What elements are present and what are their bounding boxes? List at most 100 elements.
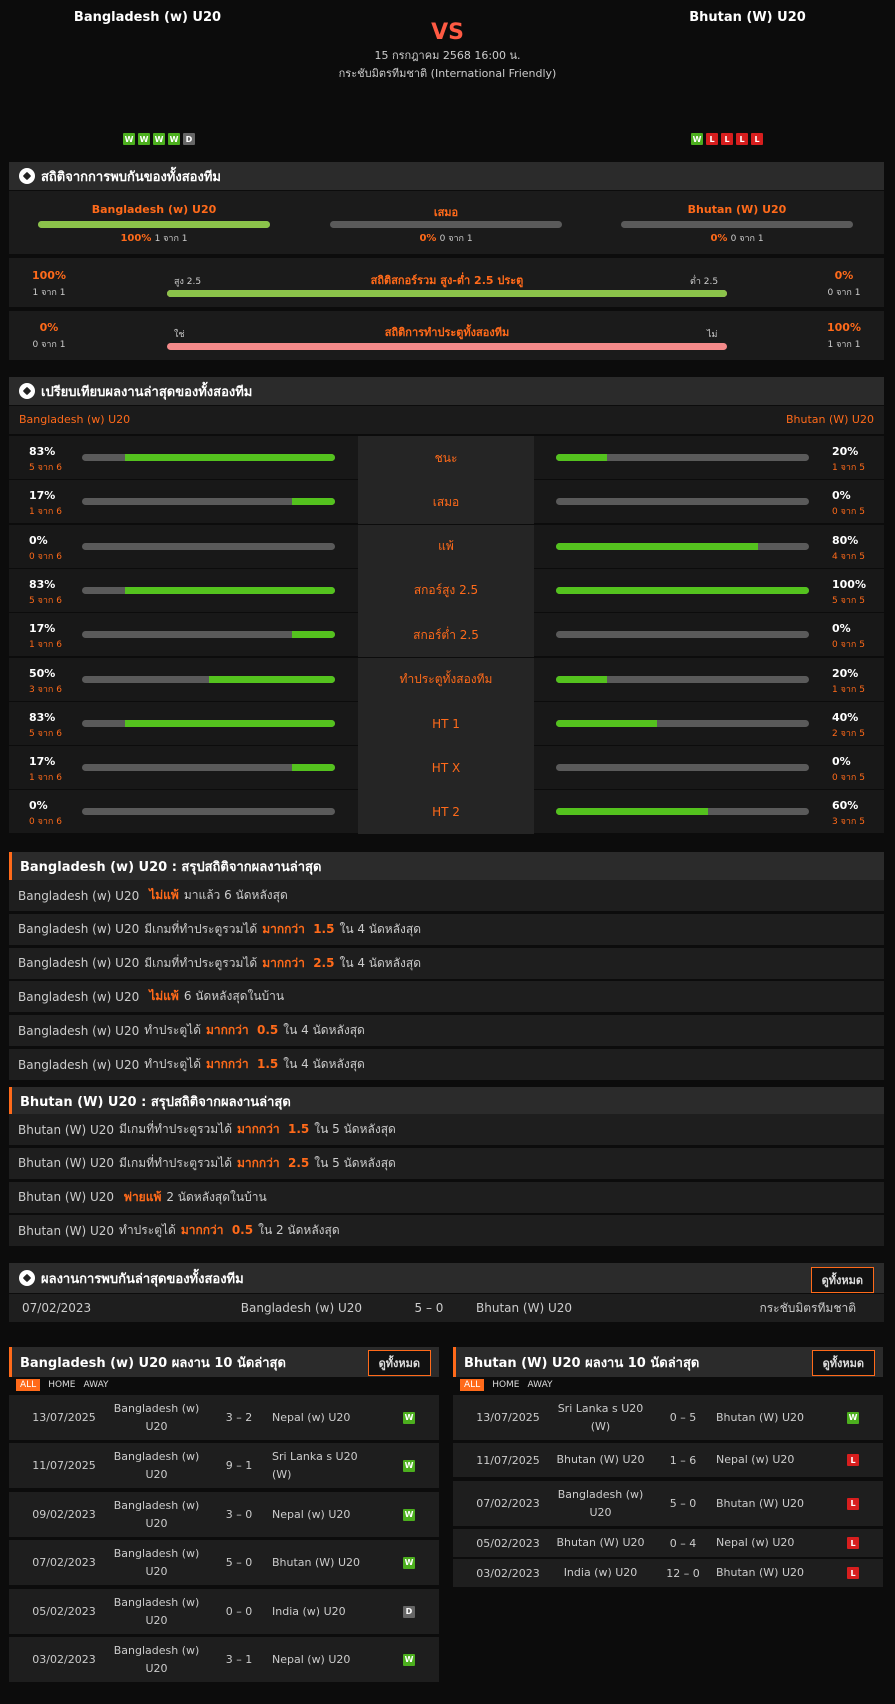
match-date: 09/02/2023 — [32, 1508, 96, 1521]
form-badge: L — [721, 133, 733, 145]
compare-away-bar-fill — [556, 675, 607, 683]
h2h-stats-title: สถิติจากการพบกันของทั้งสองทีม — [41, 169, 221, 185]
match-row[interactable]: 11/07/2025 Bhutan (W) U20 1 – 6 Nepal (w) U… — [453, 1443, 883, 1477]
away-last10-view-all-button[interactable]: ดูทั้งหมด — [811, 1350, 875, 1376]
football-icon — [19, 168, 35, 184]
compare-home-bar-fill — [125, 719, 335, 727]
summary-row: Bhutan (W) U20 มีเกมที่ทำประตูรวมได้ มากกว… — [9, 1114, 884, 1145]
match-home-team: Bangladesh (w) U20 — [113, 1401, 200, 1433]
summary-highlight: มากกว่า 0.5 — [206, 1023, 279, 1038]
compare-away-bar-fill — [556, 808, 708, 816]
match-away-team: Bhutan (W) U20 — [272, 1555, 361, 1569]
form-badge: W — [123, 133, 135, 145]
match-result-cell: W — [399, 1395, 419, 1440]
summary-row: Bangladesh (w) U20 ทำประตูได้ มากกว่า 1.5 ใ… — [9, 1049, 884, 1080]
tab-home[interactable]: HOME — [48, 1380, 75, 1390]
match-away-team: Bhutan (W) U20 — [716, 1410, 805, 1424]
compare-home-sub: 1 จาก 6 — [29, 507, 62, 518]
match-row[interactable]: 11/07/2025 Bangladesh (w) U20 9 – 1 Sri Lan… — [9, 1443, 439, 1488]
ou-title: สถิติสกอร์รวม สูง-ต่ำ 2.5 ประตู — [370, 274, 524, 287]
match-row[interactable]: 09/02/2023 Bangladesh (w) U20 3 – 0 Nepal (… — [9, 1492, 439, 1537]
h2h-view-all-button[interactable]: ดูทั้งหมด — [810, 1267, 874, 1293]
compare-home-sub: 1 จาก 6 — [29, 773, 62, 784]
compare-away-bar — [556, 586, 809, 594]
match-date: 03/02/2023 — [476, 1566, 540, 1580]
compare-away-bar — [556, 631, 809, 639]
compare-home-pct: 83% — [29, 577, 56, 591]
away-summary-header: Bhutan (W) U20 : สรุปสถิติจากผลงานล่าสุด — [9, 1087, 884, 1115]
h2h-draw-label: เสมอ — [433, 206, 459, 219]
compare-label: ทำประตูทั้งสองทีม — [358, 657, 534, 702]
compare-away-bar-fill — [556, 454, 607, 461]
compare-home-bar — [82, 764, 335, 772]
match-score: 0 – 5 — [669, 1411, 697, 1424]
match-row[interactable]: 07/02/2023 Bangladesh (w) U20 5 – 0 Bhutan … — [9, 1540, 439, 1585]
btts-right-label: ไม่ — [707, 330, 718, 340]
btts-left-pct: 0% — [39, 321, 59, 334]
match-date: 13/07/2025 — [32, 1411, 96, 1424]
result-badge: L — [847, 1567, 859, 1579]
tab-all[interactable]: ALL — [16, 1379, 41, 1391]
compare-away-bar-fill — [556, 586, 809, 594]
match-row[interactable]: 05/02/2023 Bhutan (W) U20 0 – 4 Nepal (w) U… — [453, 1529, 883, 1557]
summary-team: Bangladesh (w) U20 — [18, 922, 140, 937]
summary-highlight: มากกว่า 1.5 — [206, 1057, 279, 1071]
h2h-draw-sub: 0 จาก 1 — [439, 234, 473, 244]
h2h-away-value: 0% 0 จาก 1 — [621, 231, 853, 245]
away-team-name[interactable]: Bhutan (W) U20 — [600, 10, 895, 25]
match-result-cell: L — [843, 1443, 863, 1477]
away-form-badges: WLLLL — [691, 133, 763, 145]
match-row[interactable]: 03/02/2023 India (w) U20 12 – 0 Bhutan (W) … — [453, 1559, 883, 1587]
ou-left-sub: 1 จาก 1 — [32, 288, 66, 298]
compare-home-sub: 3 จาก 6 — [29, 684, 62, 695]
h2h-result-row[interactable]: 07/02/2023 Bangladesh (w) U20 5 – 0 Bhutan … — [9, 1294, 884, 1322]
btts-left-sub: 0 จาก 1 — [32, 340, 66, 350]
summary-row: Bangladesh (w) U20 มีเกมที่ทำประตูรวมได้ ม… — [9, 947, 884, 979]
tab-away[interactable]: AWAY — [528, 1380, 553, 1390]
football-icon — [19, 383, 35, 399]
compare-row: 17% 1 จาก 6 สกอร์ต่ำ 2.5 0% 0 จาก 5 — [9, 613, 884, 658]
result-badge: W — [847, 1411, 859, 1424]
match-row[interactable]: 05/02/2023 Bangladesh (w) U20 0 – 0 India (… — [9, 1589, 439, 1634]
tab-home[interactable]: HOME — [492, 1380, 519, 1390]
match-away-team: Nepal (w) U20 — [272, 1652, 351, 1666]
match-row[interactable]: 07/02/2023 Bangladesh (w) U20 5 – 0 Bhutan … — [453, 1481, 883, 1526]
match-score: 5 – 0 — [225, 1556, 253, 1569]
compare-away-bar — [556, 764, 809, 772]
ou-right-sub: 0 จาก 1 — [827, 288, 861, 298]
compare-away-sub: 4 จาก 5 — [832, 551, 865, 562]
match-datetime: 15 กรกฎาคม 2568 16:00 น. — [374, 49, 521, 62]
tab-away[interactable]: AWAY — [84, 1380, 109, 1390]
compare-home-sub: 5 จาก 6 — [29, 728, 62, 739]
match-away-team: Nepal (w) U20 — [272, 1507, 351, 1521]
btts-right-pct: 100% — [827, 321, 861, 334]
compare-away-bar — [556, 675, 809, 683]
match-row[interactable]: 13/07/2025 Sri Lanka s U20 (W) 0 – 5 Bhutan… — [453, 1395, 883, 1440]
summary-desc: มีเกมที่ทำประตูรวมได้ — [144, 955, 258, 970]
summary-tail: ใน 2 นัดหลังสุด — [258, 1223, 340, 1238]
summary-team: Bangladesh (w) U20 — [18, 956, 140, 971]
compare-home-bar — [82, 808, 335, 816]
ou-right-pct: 0% — [834, 269, 854, 282]
match-result-cell: L — [843, 1481, 863, 1526]
compare-home-pct: 83% — [29, 710, 56, 724]
compare-row: 83% 5 จาก 6 ชนะ 20% 1 จาก 5 — [9, 436, 884, 480]
match-away-team: India (w) U20 — [272, 1604, 346, 1618]
match-row[interactable]: 13/07/2025 Bangladesh (w) U20 3 – 2 Nepal (… — [9, 1395, 439, 1440]
summary-highlight: มากกว่า 2.5 — [237, 1155, 310, 1170]
match-score: 5 – 0 — [669, 1497, 697, 1510]
compare-home-bar-fill — [292, 631, 335, 639]
compare-label: สกอร์ต่ำ 2.5 — [358, 613, 534, 658]
football-icon — [19, 1270, 35, 1286]
home-last10-view-all-button[interactable]: ดูทั้งหมด — [367, 1350, 431, 1376]
summary-highlight: มากกว่า 1.5 — [262, 921, 335, 936]
compare-home-pct: 17% — [29, 489, 56, 503]
h2h-home-sub: 1 จาก 1 — [154, 234, 188, 244]
tab-all[interactable]: ALL — [460, 1379, 485, 1391]
h2h-home-pct: 100% — [120, 233, 152, 244]
match-home-team: Bangladesh (w) U20 — [557, 1487, 644, 1519]
match-score: 3 – 0 — [225, 1508, 253, 1521]
compare-label: HT X — [358, 746, 534, 791]
result-badge: L — [847, 1497, 859, 1510]
match-row[interactable]: 03/02/2023 Bangladesh (w) U20 3 – 1 Nepal (… — [9, 1637, 439, 1682]
